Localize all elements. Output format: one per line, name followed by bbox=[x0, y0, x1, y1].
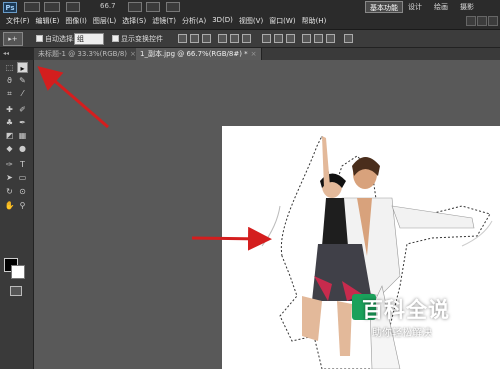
tab-close-icon[interactable]: × bbox=[251, 50, 257, 58]
minimize-button[interactable] bbox=[466, 16, 476, 26]
menu-3d[interactable]: 3D(D) bbox=[210, 16, 235, 26]
workspace-photography[interactable]: 摄影 bbox=[456, 1, 478, 13]
bridge-icon[interactable] bbox=[24, 2, 40, 12]
show-transform-label: 显示变换控件 bbox=[121, 35, 163, 43]
mini-bridge-icon[interactable] bbox=[44, 2, 60, 12]
gradient-tool-icon[interactable]: ▦ bbox=[17, 130, 28, 141]
menu-analysis[interactable]: 分析(A) bbox=[180, 16, 208, 26]
options-bar: ▸+ 自动选择: 组 显示变换控件 bbox=[0, 30, 500, 48]
tab-untitled-1[interactable]: 未标题-1 @ 33.3%(RGB/8) × bbox=[34, 48, 141, 60]
dodge-tool-icon[interactable]: ● bbox=[17, 143, 28, 154]
menu-layer[interactable]: 图层(L) bbox=[91, 16, 118, 26]
watermark: 百科全说 助你轻松解决 bbox=[352, 294, 472, 354]
3d-rotate-tool-icon[interactable]: ↻ bbox=[4, 186, 15, 197]
workspace-painting[interactable]: 绘画 bbox=[430, 1, 452, 13]
collapse-icon[interactable]: ◂◂ bbox=[3, 50, 9, 57]
marquee-tool-icon[interactable]: ⬚ bbox=[4, 62, 15, 73]
zoom-tool-icon[interactable]: ⚲ bbox=[17, 200, 28, 211]
hand-tool-icon[interactable]: ✋ bbox=[4, 200, 15, 211]
distribute-bottom-icon[interactable] bbox=[286, 34, 295, 43]
auto-select-dropdown[interactable]: 组 bbox=[74, 33, 104, 45]
background-color-swatch[interactable] bbox=[11, 265, 25, 279]
align-hcenter-icon[interactable] bbox=[230, 34, 239, 43]
arrange-documents-icon[interactable] bbox=[166, 2, 180, 12]
distribute-left-icon[interactable] bbox=[302, 34, 311, 43]
document-tab-bar: 未标题-1 @ 33.3%(RGB/8) × 1_副本.jpg @ 66.7%(R… bbox=[34, 48, 500, 60]
move-tool-preset-icon[interactable]: ▸+ bbox=[3, 32, 23, 46]
align-right-icon[interactable] bbox=[242, 34, 251, 43]
menu-window[interactable]: 窗口(W) bbox=[267, 16, 297, 26]
auto-select-label: 自动选择: bbox=[45, 35, 76, 43]
pen-tool-icon[interactable]: ✑ bbox=[4, 159, 15, 170]
crop-tool-icon[interactable]: ⌗ bbox=[4, 88, 15, 99]
align-vcenter-icon[interactable] bbox=[190, 34, 199, 43]
move-tool-icon[interactable]: ▸ bbox=[17, 62, 28, 73]
menu-bar: 文件(F) 编辑(E) 图像(I) 图层(L) 选择(S) 滤镜(T) 分析(A… bbox=[0, 14, 500, 30]
menu-filter[interactable]: 滤镜(T) bbox=[150, 16, 178, 26]
distribute-hcenter-icon[interactable] bbox=[314, 34, 323, 43]
healing-brush-tool-icon[interactable]: ✚ bbox=[4, 104, 15, 115]
menu-view[interactable]: 视图(V) bbox=[237, 16, 265, 26]
menu-help[interactable]: 帮助(H) bbox=[300, 16, 329, 26]
close-button[interactable] bbox=[488, 16, 498, 26]
watermark-subtitle: 助你轻松解决 bbox=[372, 328, 432, 339]
3d-orbit-tool-icon[interactable]: ⊙ bbox=[17, 186, 28, 197]
watermark-title: 百科全说 bbox=[362, 298, 450, 322]
align-left-icon[interactable] bbox=[218, 34, 227, 43]
quick-selection-tool-icon[interactable]: ✎ bbox=[17, 75, 28, 86]
photoshop-logo: Ps bbox=[3, 2, 17, 13]
maximize-button[interactable] bbox=[477, 16, 487, 26]
tools-panel: ◂◂ ⬚ ▸ ϑ ✎ ⌗ ⁄ ✚ ✐ ♣ ✒ ◩ ▦ ◆ ● ✑ T ➤ ▭ ↻… bbox=[0, 48, 34, 369]
tab-label: 未标题-1 @ 33.3%(RGB/8) bbox=[38, 50, 128, 58]
path-selection-tool-icon[interactable]: ➤ bbox=[4, 172, 15, 183]
lasso-tool-icon[interactable]: ϑ bbox=[4, 75, 15, 86]
distribute-top-icon[interactable] bbox=[262, 34, 271, 43]
menu-select[interactable]: 选择(S) bbox=[120, 16, 148, 26]
zoom-level[interactable]: 66.7 bbox=[100, 2, 116, 10]
menu-image[interactable]: 图像(I) bbox=[63, 16, 89, 26]
rotate-view-icon[interactable] bbox=[146, 2, 160, 12]
align-bottom-icon[interactable] bbox=[202, 34, 211, 43]
workspace-essentials[interactable]: 基本功能 bbox=[365, 1, 403, 13]
menu-file[interactable]: 文件(F) bbox=[4, 16, 32, 26]
distribute-right-icon[interactable] bbox=[326, 34, 335, 43]
eyedropper-tool-icon[interactable]: ⁄ bbox=[17, 88, 28, 99]
tab-label: 1_副本.jpg @ 66.7%(RGB/8#) * bbox=[140, 50, 248, 58]
history-brush-tool-icon[interactable]: ✒ bbox=[17, 117, 28, 128]
auto-align-layers-icon[interactable] bbox=[344, 34, 353, 43]
brush-tool-icon[interactable]: ✐ bbox=[17, 104, 28, 115]
clone-stamp-tool-icon[interactable]: ♣ bbox=[4, 117, 15, 128]
align-top-icon[interactable] bbox=[178, 34, 187, 43]
type-tool-icon[interactable]: T bbox=[17, 159, 28, 170]
workspace-design[interactable]: 设计 bbox=[404, 1, 426, 13]
hand-tool-icon[interactable] bbox=[128, 2, 142, 12]
eraser-tool-icon[interactable]: ◩ bbox=[4, 130, 15, 141]
quick-mask-icon[interactable] bbox=[10, 286, 22, 296]
shape-tool-icon[interactable]: ▭ bbox=[17, 172, 28, 183]
tools-panel-header[interactable]: ◂◂ bbox=[0, 48, 34, 60]
application-bar: Ps 66.7 基本功能 设计 绘画 摄影 文件(F) 编辑(E) 图像(I) … bbox=[0, 0, 500, 30]
auto-select-checkbox[interactable] bbox=[36, 35, 43, 42]
show-transform-checkbox[interactable] bbox=[112, 35, 119, 42]
blur-tool-icon[interactable]: ◆ bbox=[4, 143, 15, 154]
view-extras-icon[interactable] bbox=[66, 2, 80, 12]
tab-copy-jpg[interactable]: 1_副本.jpg @ 66.7%(RGB/8#) * × bbox=[136, 48, 262, 60]
menu-edit[interactable]: 编辑(E) bbox=[34, 16, 62, 26]
app-bar-top-row: Ps 66.7 基本功能 设计 绘画 摄影 bbox=[0, 0, 500, 14]
distribute-vcenter-icon[interactable] bbox=[274, 34, 283, 43]
